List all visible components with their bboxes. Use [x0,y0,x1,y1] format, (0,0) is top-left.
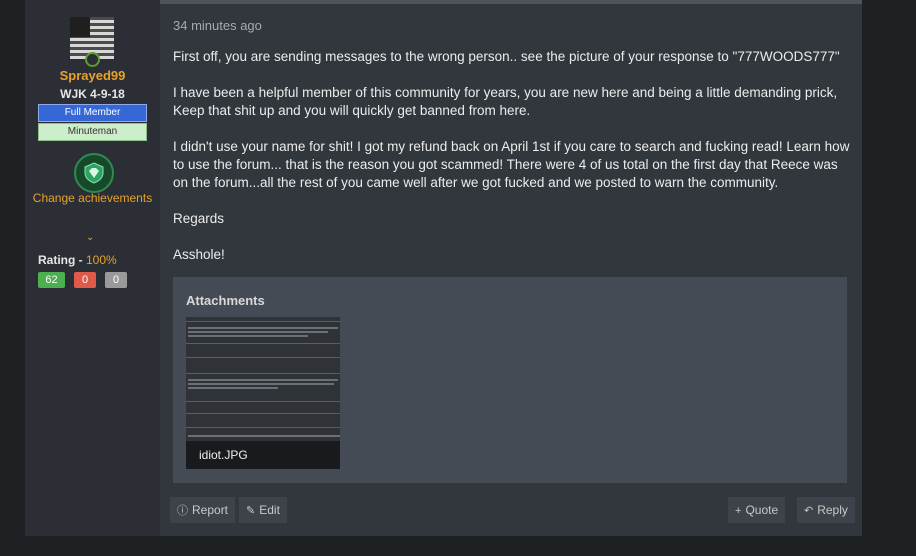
rating-label: Rating - [38,253,86,267]
reply-icon: ↶ [804,505,814,517]
post-body: First off, you are sending messages to t… [173,48,853,282]
quote-label: Quote [745,503,779,517]
reply-button[interactable]: ↶ Reply [797,497,855,523]
attachment-thumbnail[interactable]: idiot.JPG [186,317,340,469]
rating: Rating - 100% [38,253,117,267]
post-top-bar [160,0,862,4]
online-status-icon [85,52,100,67]
banner-minuteman: Minuteman [38,123,147,141]
edit-label: Edit [259,503,280,517]
post-paragraph: Asshole! [173,247,225,262]
rating-negative-count[interactable]: 0 [74,272,96,288]
post-paragraph: Regards [173,211,225,226]
reply-label: Reply [817,503,848,517]
rating-neutral-count[interactable]: 0 [105,272,127,288]
attachments-title: Attachments [186,293,265,308]
shield-trophy-icon[interactable] [74,153,114,193]
report-label: Report [192,503,229,517]
post-paragraph: First off, you are sending messages to t… [173,49,840,64]
post-paragraph: I have been a helpful member of this com… [173,85,838,118]
forum-post: Sprayed99 WJK 4-9-18 Full Member Minutem… [25,0,862,536]
attachments-block: Attachments idiot.JPG [173,277,847,483]
user-title: WJK 4-9-18 [60,87,125,101]
chevron-down-icon[interactable]: ⌄ [86,232,94,243]
edit-button[interactable]: ✎ Edit [239,497,287,523]
post-paragraph: I didn't use your name for shit! I got m… [173,139,850,190]
report-icon: ⓘ [177,505,188,517]
edit-icon: ✎ [246,505,256,517]
quote-button[interactable]: + Quote [728,497,786,523]
report-button[interactable]: ⓘ Report [170,497,236,523]
username-link[interactable]: Sprayed99 [25,68,160,83]
rating-percent: 100% [86,253,117,267]
plus-icon: + [735,505,742,517]
attachment-filename[interactable]: idiot.JPG [186,441,340,469]
rating-positive-count[interactable]: 62 [38,272,65,288]
change-achievements-link[interactable]: Change achievements [25,190,160,206]
user-sidebar: Sprayed99 WJK 4-9-18 Full Member Minutem… [25,0,160,536]
post-timestamp[interactable]: 34 minutes ago [173,18,262,33]
banner-full-member: Full Member [38,104,147,122]
